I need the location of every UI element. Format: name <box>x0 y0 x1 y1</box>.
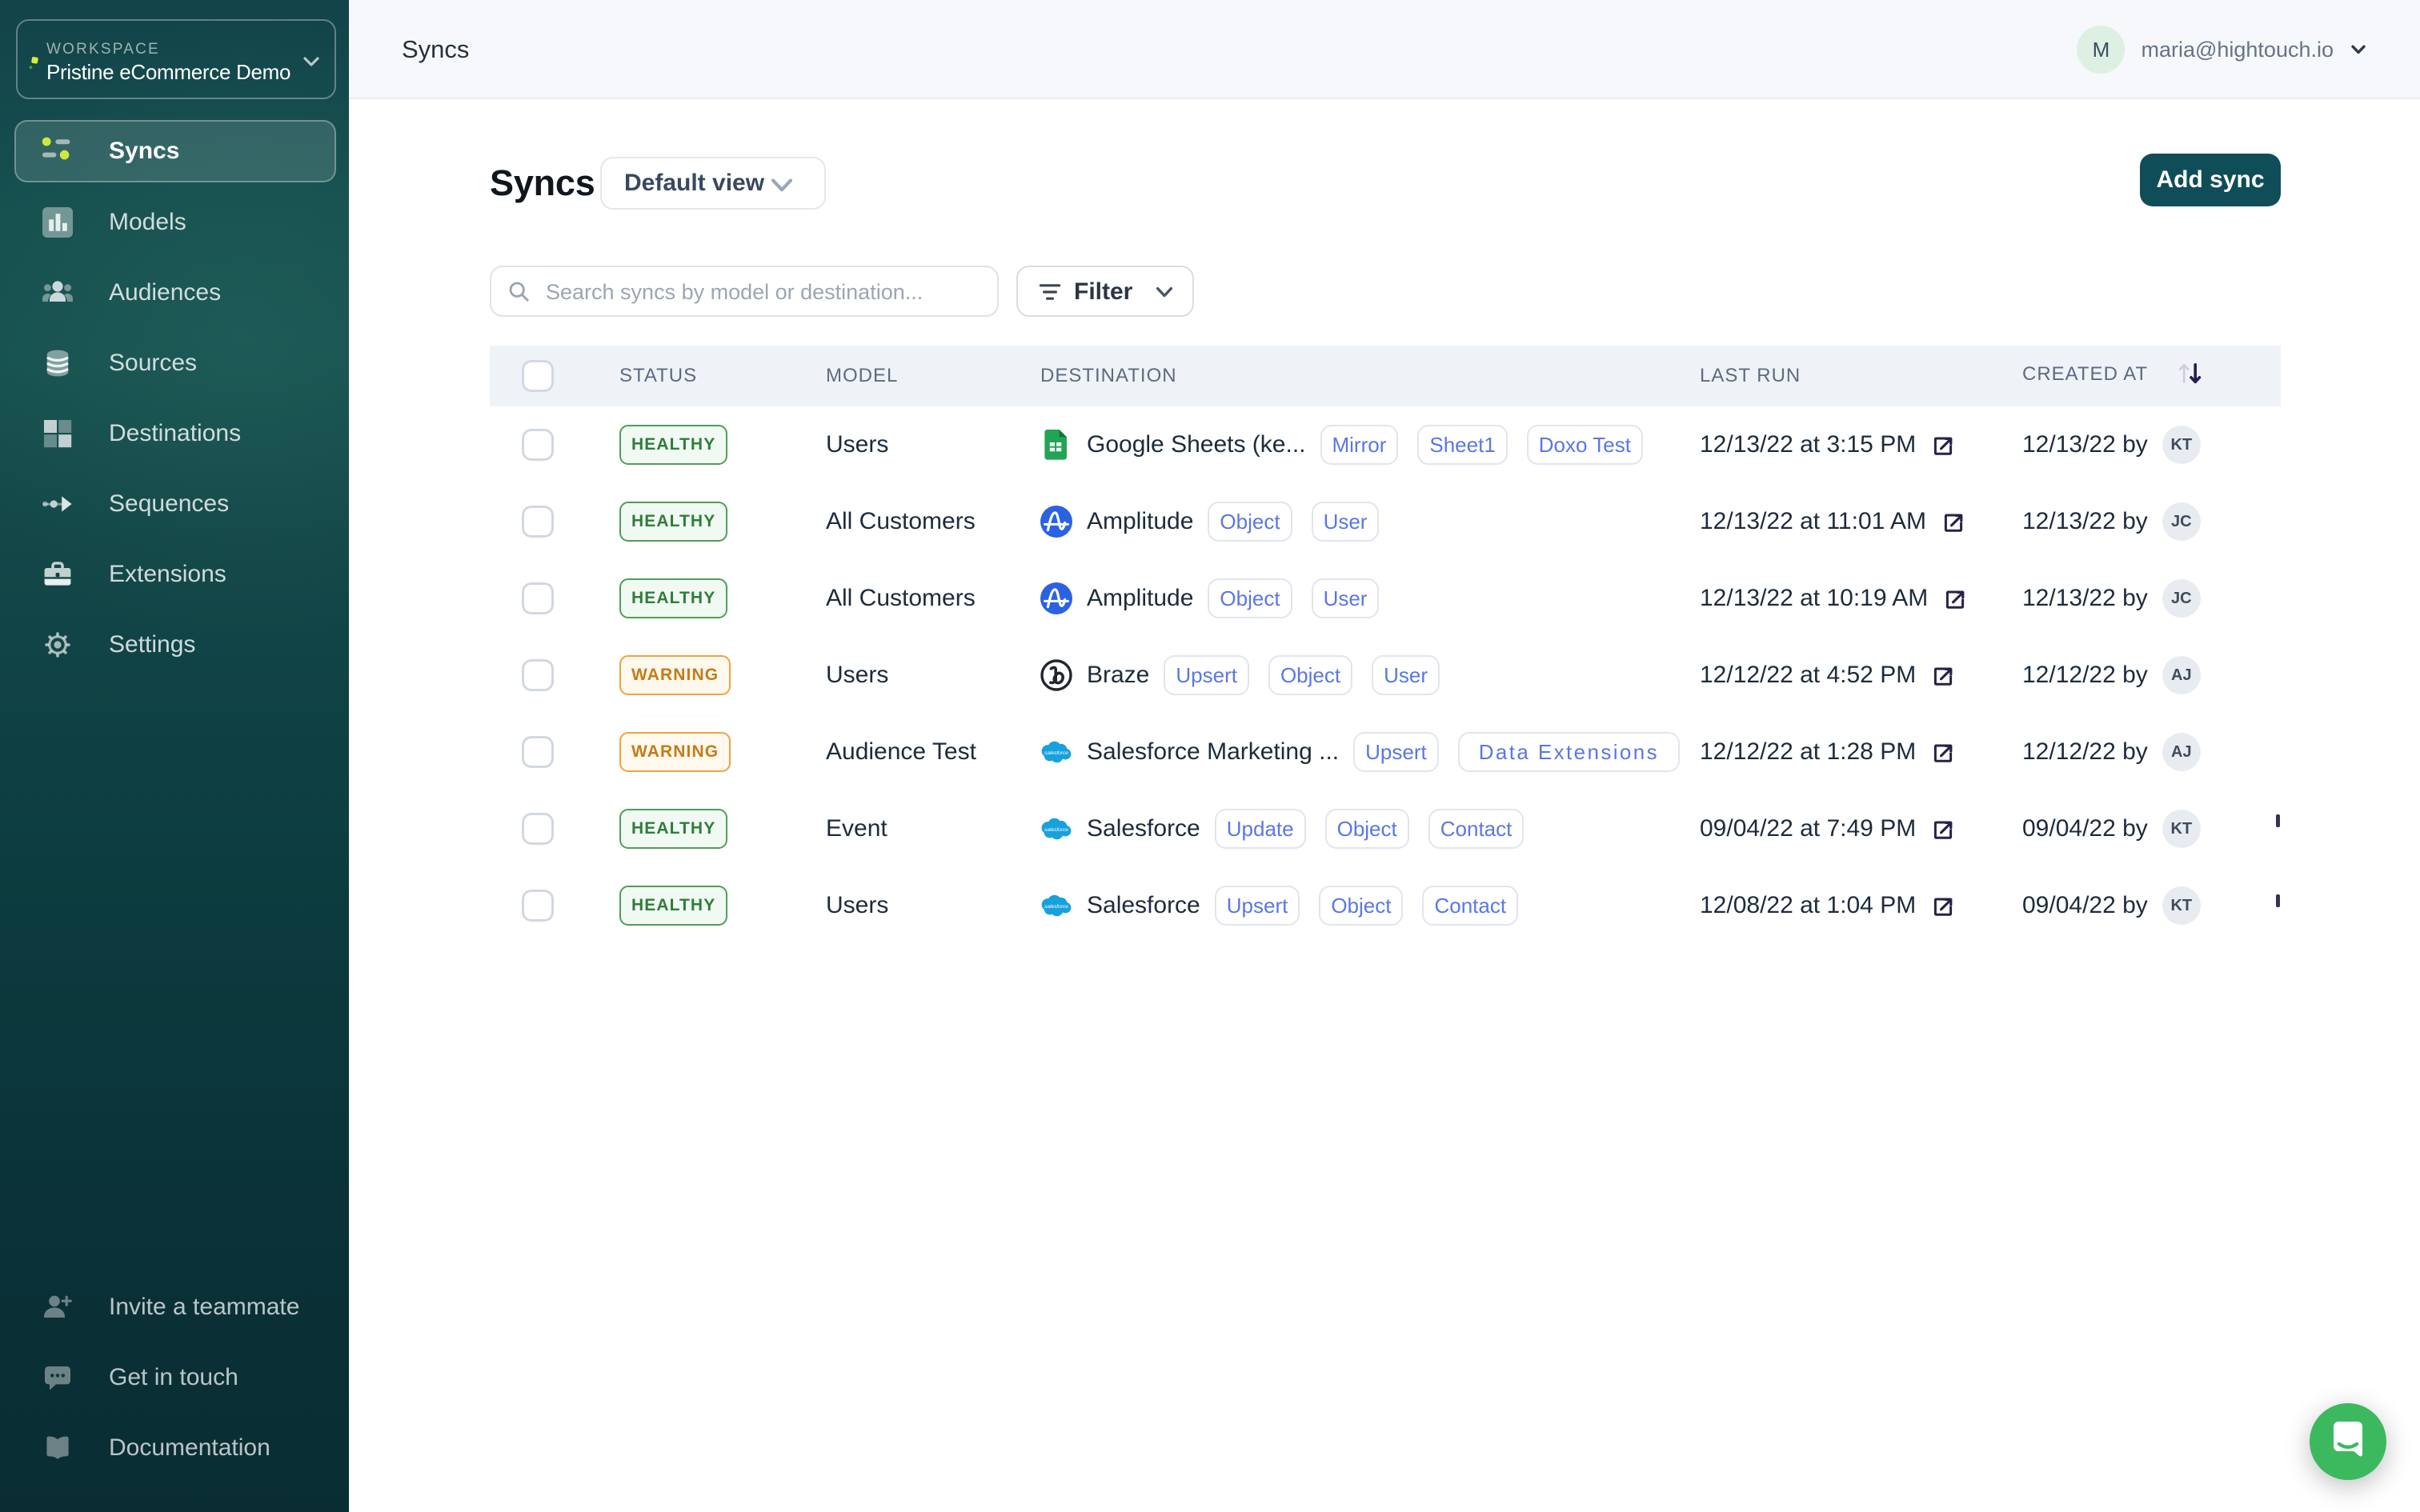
svg-text:salesforce: salesforce <box>1044 827 1068 833</box>
svg-text:salesforce: salesforce <box>1044 750 1068 756</box>
svg-text:salesforce: salesforce <box>1044 904 1068 910</box>
